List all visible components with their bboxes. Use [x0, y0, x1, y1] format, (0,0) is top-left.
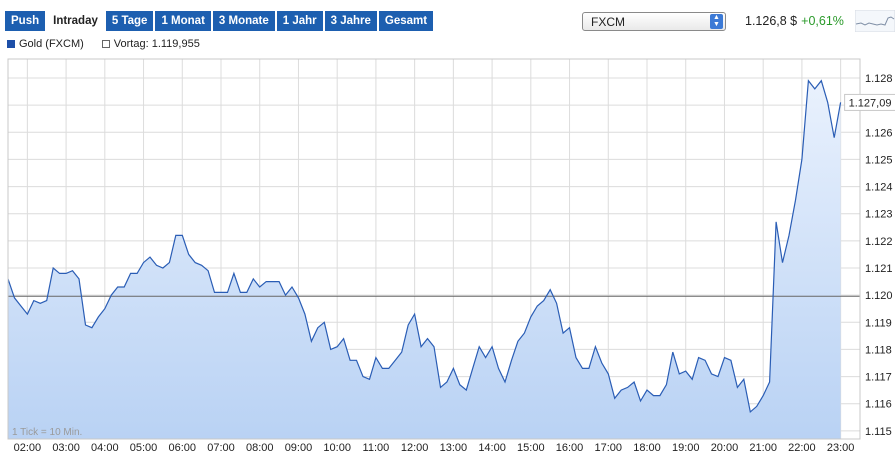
x-tick-label: 10:00 — [323, 442, 351, 454]
x-tick-label: 20:00 — [711, 442, 739, 454]
x-tick-label: 11:00 — [363, 442, 390, 454]
x-tick-label: 08:00 — [246, 442, 274, 454]
x-tick-label: 09:00 — [285, 442, 313, 454]
x-tick-label: 07:00 — [207, 442, 235, 454]
y-tick-label: 1.120 — [865, 290, 893, 302]
x-tick-label: 06:00 — [169, 442, 197, 454]
y-tick-label: 1.115 — [865, 426, 892, 438]
x-tick-label: 16:00 — [556, 442, 584, 454]
y-tick-label: 1.121 — [865, 263, 893, 275]
x-tick-label: 02:00 — [14, 442, 42, 454]
y-tick-label: 1.116 — [865, 399, 892, 411]
x-tick-label: 21:00 — [749, 442, 777, 454]
y-tick-label: 1.122 — [865, 236, 893, 248]
x-tick-label: 15:00 — [517, 442, 545, 454]
y-axis: 1.1281.1271.1261.1251.1241.1231.1221.121… — [865, 73, 893, 438]
x-axis: 02:00 03:00 04:00 05:00 06:00 07:00 08:00 09:00… — [14, 442, 855, 454]
x-tick-label: 12:00 — [401, 442, 429, 454]
x-tick-label: 13:00 — [440, 442, 468, 454]
y-tick-label: 1.125 — [865, 154, 893, 166]
tick-interval-note: 1 Tick = 10 Min. — [12, 427, 82, 438]
y-tick-label: 1.123 — [865, 209, 893, 221]
y-tick-label: 1.117 — [865, 372, 892, 384]
x-tick-label: 14:00 — [478, 442, 506, 454]
x-tick-label: 19:00 — [672, 442, 700, 454]
x-tick-label: 23:00 — [827, 442, 855, 454]
x-tick-label: 04:00 — [91, 442, 119, 454]
last-value-label: 1.127,09 — [849, 97, 892, 109]
y-tick-label: 1.128 — [865, 73, 893, 85]
price-chart: 1.1281.1271.1261.1251.1241.1231.1221.121… — [7, 58, 895, 454]
x-tick-label: 18:00 — [633, 442, 661, 454]
price-area — [8, 80, 841, 439]
x-tick-label: 05:00 — [130, 442, 158, 454]
y-tick-label: 1.124 — [865, 182, 893, 194]
x-tick-label: 22:00 — [788, 442, 816, 454]
y-tick-label: 1.118 — [865, 344, 892, 356]
x-tick-label: 03:00 — [52, 442, 80, 454]
y-tick-label: 1.126 — [865, 127, 893, 139]
y-tick-label: 1.119 — [865, 317, 892, 329]
last-value-tag: 1.127,09 ➜ — [844, 93, 895, 111]
x-tick-label: 17:00 — [595, 442, 623, 454]
